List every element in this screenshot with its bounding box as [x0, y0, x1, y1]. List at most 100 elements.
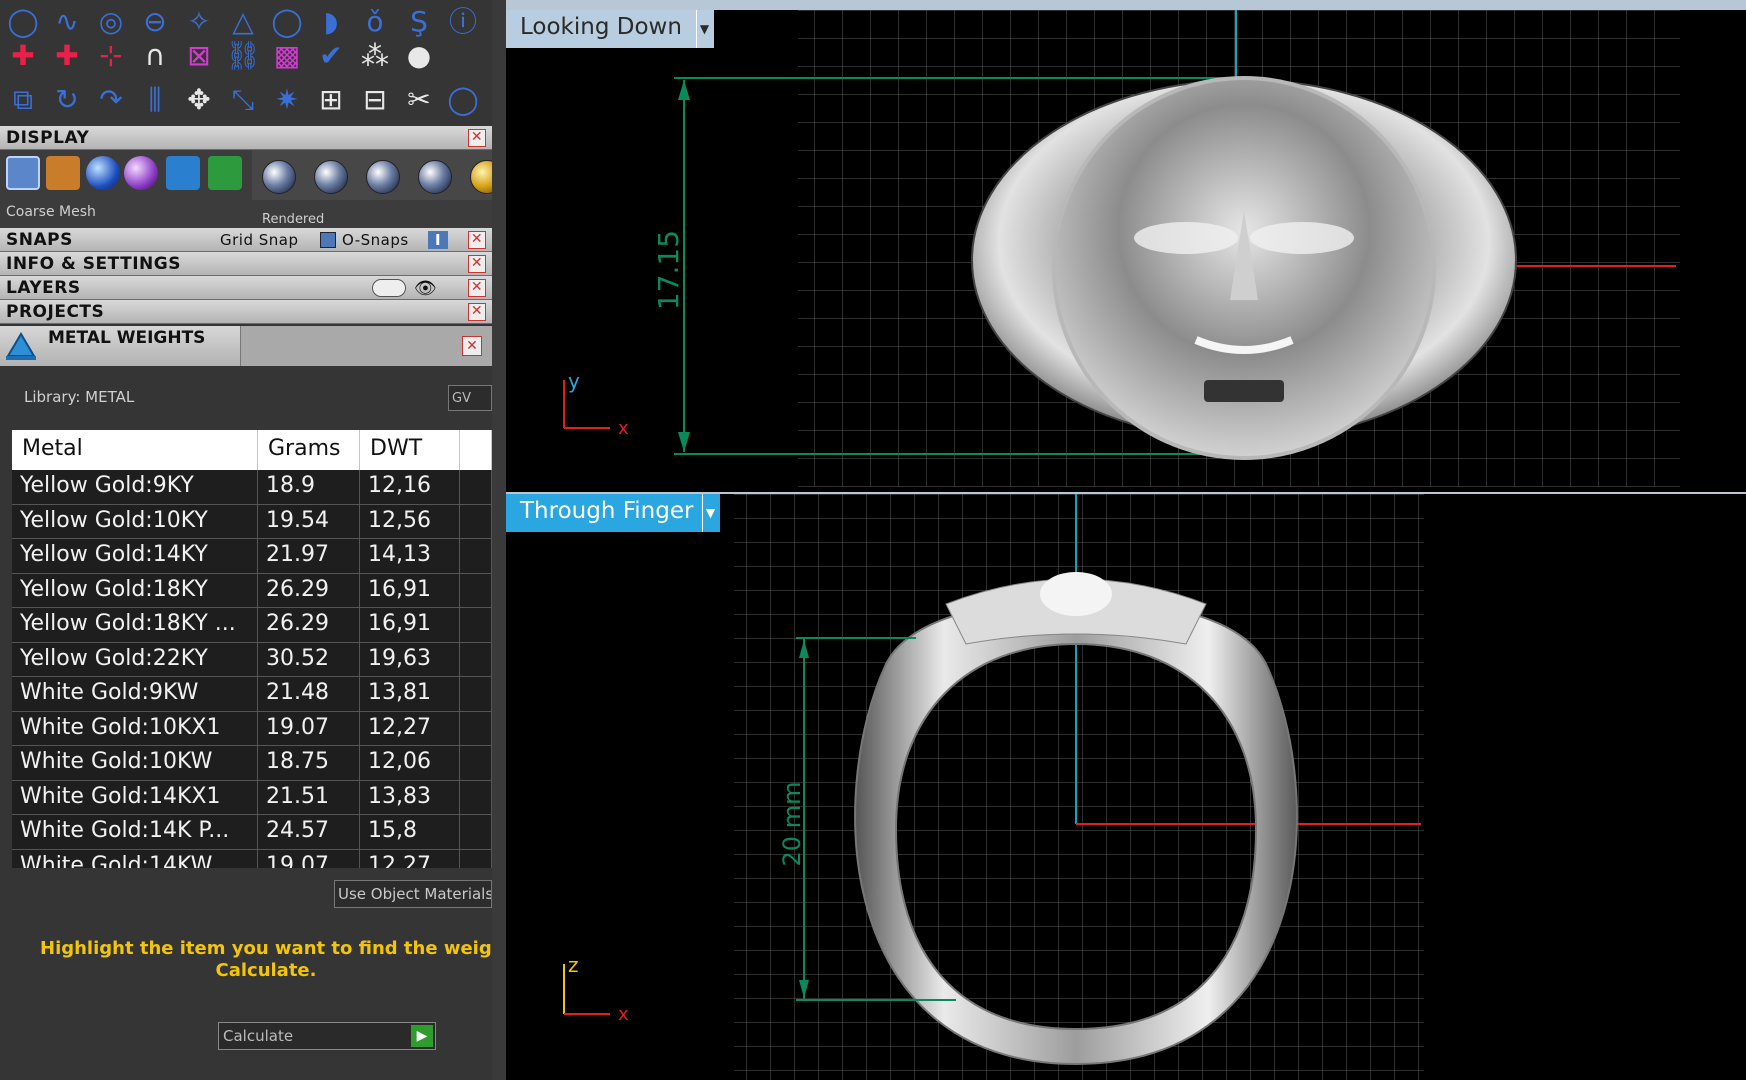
close-projects-icon[interactable]: ✕ [468, 303, 486, 321]
mirror-icon[interactable]: ⫼ [136, 81, 174, 119]
metal-weights-header[interactable]: METAL WEIGHTS ✕ [0, 326, 492, 366]
explode-icon[interactable]: ✷ [268, 81, 306, 119]
info-section-header[interactable]: INFO & SETTINGS ✕ [0, 252, 492, 276]
face-chin-shadow [1204, 380, 1284, 402]
scale-icon[interactable]: ⤡ [224, 81, 262, 119]
layer-visibility-icon[interactable] [372, 279, 406, 297]
calculate-label: Calculate [223, 1027, 294, 1045]
table-row[interactable]: Yellow Gold:14KY 21.97 14,13 [12, 539, 492, 574]
world-view-icon[interactable] [166, 156, 200, 190]
cut-icon[interactable]: ✂ [400, 81, 438, 119]
material-sphere-2-icon[interactable] [314, 160, 348, 194]
empty-cell [460, 573, 492, 608]
table-row[interactable]: White Gold:10KX1 19.07 12,27 [12, 711, 492, 746]
chevron-down-icon[interactable]: ▼ [696, 10, 712, 48]
close-metal-weights-icon[interactable]: ✕ [462, 336, 482, 356]
group-icon[interactable]: ⊞ [312, 81, 350, 119]
viewport-through-finger[interactable]: 20 mm z x Through Finger ▼ [506, 492, 1746, 1080]
left-panel: ◯ ∿ ◎ ⊖ ✧ △ ◯ ◗ ǒ Ş ⓘ ✚ ✚ ⊹ ∩ ⊠ ⛓ ▩ ✔ ⁂ … [0, 0, 504, 1080]
snap-info-icon[interactable]: I [428, 231, 448, 249]
metal-cell: Yellow Gold:10KY [12, 504, 258, 539]
empty-cell [460, 642, 492, 677]
viewport-top-label: Looking Down [520, 14, 682, 40]
table-row[interactable]: White Gold:14KX1 21.51 13,83 [12, 780, 492, 815]
toolbar-row-2: ✚ ✚ ⊹ ∩ ⊠ ⛓ ▩ ✔ ⁂ ● [0, 34, 492, 78]
split-point-icon[interactable]: ⊹ [92, 37, 130, 75]
layers-section-header[interactable]: LAYERS 👁 ✕ [0, 276, 492, 300]
material-sphere-4-icon[interactable] [418, 160, 452, 194]
empty-cell [460, 470, 492, 505]
node-edit-icon[interactable]: ⊠ [180, 37, 218, 75]
circle-outline-icon[interactable]: ◯ [444, 81, 482, 119]
check-icon[interactable]: ✔ [312, 37, 350, 75]
rotate-icon[interactable]: ↻ [48, 81, 86, 119]
wireframe-mode-icon[interactable] [6, 156, 40, 190]
table-row[interactable]: White Gold:14K P... 24.57 15,8 [12, 815, 492, 850]
table-row[interactable]: Yellow Gold:18KY 26.29 16,91 [12, 573, 492, 608]
viewport-looking-down[interactable]: 17.15 y x Looking Down ▼ [506, 0, 1746, 487]
viewport-top-tab[interactable]: Looking Down ▼ [506, 10, 714, 48]
rendered-mode-icon[interactable] [124, 156, 158, 190]
table-row[interactable]: White Gold:14KW 19.07 12,27 [12, 849, 492, 868]
dwt-cell: 14,13 [360, 539, 460, 574]
calculate-button[interactable]: Calculate ▶ [218, 1022, 436, 1050]
panel-separator[interactable] [492, 0, 506, 1080]
table-row[interactable]: Yellow Gold:9KY 18.9 12,16 [12, 470, 492, 505]
material-sphere-1-icon[interactable] [262, 160, 296, 194]
sweep-icon[interactable]: ↷ [92, 81, 130, 119]
snaps-section-header[interactable]: SNAPS Grid Snap O-Snaps I ✕ [0, 228, 492, 252]
metal-cell: White Gold:10KX1 [12, 711, 258, 746]
gv-button[interactable]: GV [448, 385, 492, 411]
ring-crown-detail [1040, 572, 1112, 616]
boolean-icon[interactable]: ⧉ [4, 81, 42, 119]
close-snaps-icon[interactable]: ✕ [468, 231, 486, 249]
close-display-icon[interactable]: ✕ [468, 129, 486, 147]
grid-snap-label[interactable]: Grid Snap [220, 228, 299, 252]
column-header-metal[interactable]: Metal [12, 430, 258, 470]
grams-cell: 19.54 [258, 504, 360, 539]
column-header-grams[interactable]: Grams [258, 430, 360, 470]
dimension-label-top: 17.15 [652, 230, 685, 310]
table-row[interactable]: Yellow Gold:18KY ... 26.29 16,91 [12, 608, 492, 643]
add-point-alt-icon[interactable]: ✚ [48, 37, 86, 75]
grid-view-icon[interactable] [208, 156, 242, 190]
shaded-mode-icon[interactable] [86, 156, 120, 190]
scatter-icon[interactable]: ⁂ [356, 37, 394, 75]
dwt-cell: 16,91 [360, 608, 460, 643]
eye-icon[interactable]: 👁 [414, 277, 437, 301]
projects-section-header[interactable]: PROJECTS ✕ [0, 300, 492, 324]
viewport-bottom-tab[interactable]: Through Finger ▼ [506, 494, 720, 532]
grams-cell: 21.48 [258, 677, 360, 712]
grams-cell: 18.75 [258, 746, 360, 781]
points-mode-icon[interactable] [46, 156, 80, 190]
material-sphere-3-icon[interactable] [366, 160, 400, 194]
display-section-header[interactable]: DISPLAY ✕ [0, 126, 492, 150]
render-sphere-icon[interactable]: ● [400, 37, 438, 75]
viewport-bottom-canvas: 20 mm z x [563, 494, 1424, 1080]
close-info-icon[interactable]: ✕ [468, 255, 486, 273]
add-point-icon[interactable]: ✚ [4, 37, 42, 75]
grams-cell: 26.29 [258, 573, 360, 608]
osnap-toggle-icon[interactable] [320, 232, 336, 248]
arc-icon[interactable]: ∩ [136, 37, 174, 75]
link-icon[interactable]: ⛓ [224, 37, 262, 75]
toolbar-row-3: ⧉ ↻ ↷ ⫼ ✥ ⤡ ✷ ⊞ ⊟ ✂ ◯ [0, 78, 492, 122]
table-row[interactable]: White Gold:9KW 21.48 13,81 [12, 677, 492, 712]
table-row[interactable]: Yellow Gold:10KY 19.54 12,56 [12, 504, 492, 539]
mesh-icon[interactable]: ▩ [268, 37, 306, 75]
table-row[interactable]: White Gold:10KW 18.75 12,06 [12, 746, 492, 781]
close-layers-icon[interactable]: ✕ [468, 279, 486, 297]
ungroup-icon[interactable]: ⊟ [356, 81, 394, 119]
library-label: Library: METAL [24, 388, 135, 406]
viewport-top-canvas: 17.15 y x [563, 10, 1680, 487]
column-header-dwt[interactable]: DWT [360, 430, 460, 470]
move-icon[interactable]: ✥ [180, 81, 218, 119]
empty-cell [460, 504, 492, 539]
metal-cell: White Gold:14KW [12, 849, 258, 868]
osnaps-label[interactable]: O-Snaps [342, 228, 409, 252]
app-window: ◯ ∿ ◎ ⊖ ✧ △ ◯ ◗ ǒ Ş ⓘ ✚ ✚ ⊹ ∩ ⊠ ⛓ ▩ ✔ ⁂ … [0, 0, 1746, 1080]
table-row[interactable]: Yellow Gold:22KY 30.52 19,63 [12, 642, 492, 677]
chevron-down-icon[interactable]: ▼ [702, 494, 718, 532]
use-object-materials-button[interactable]: Use Object Materials [334, 880, 492, 908]
play-icon[interactable]: ▶ [411, 1025, 433, 1047]
